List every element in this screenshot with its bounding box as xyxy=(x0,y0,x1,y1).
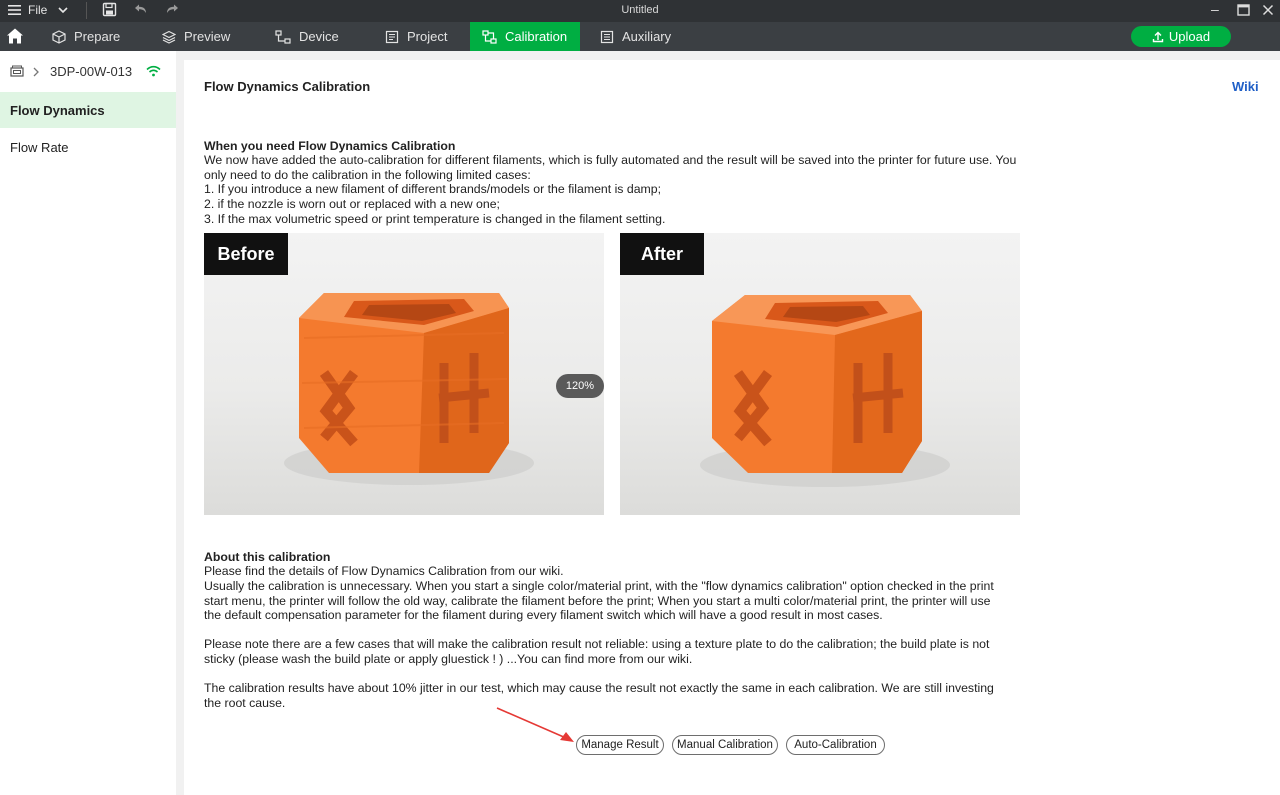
sidebar: 3DP-00W-013 Flow Dynamics Flow Rate xyxy=(0,51,176,795)
device-icon xyxy=(275,29,291,44)
upload-button[interactable]: Upload xyxy=(1131,26,1231,47)
minimize-icon[interactable]: – xyxy=(1211,1,1219,17)
jitter-paragraph: The calibration results have about 10% j… xyxy=(204,681,994,710)
tab-prepare[interactable]: Prepare xyxy=(40,22,132,51)
main-nav: Prepare Preview Device Project Calibrati… xyxy=(0,22,1280,51)
device-name: 3DP-00W-013 xyxy=(50,64,133,79)
tab-calibration[interactable]: Calibration xyxy=(470,22,580,51)
maximize-icon[interactable] xyxy=(1237,4,1250,16)
annotation-arrow-icon xyxy=(496,707,574,742)
close-icon[interactable] xyxy=(1262,4,1274,16)
about-heading: About this calibration xyxy=(204,549,331,564)
tab-auxiliary[interactable]: Auxiliary xyxy=(588,22,683,51)
sidebar-item-label: Flow Rate xyxy=(10,139,69,155)
zoom-badge: 120% xyxy=(556,374,604,398)
sidebar-item-flow-rate[interactable]: Flow Rate xyxy=(0,129,176,165)
device-selector[interactable]: 3DP-00W-013 xyxy=(10,64,132,79)
after-print-image xyxy=(700,295,950,487)
cube-icon xyxy=(52,29,66,44)
tab-project-label: Project xyxy=(407,29,448,44)
about-body: Please find the details of Flow Dynamics… xyxy=(204,564,564,579)
auxiliary-icon xyxy=(600,30,614,43)
page-title: Flow Dynamics Calibration xyxy=(204,79,371,94)
when-heading: When you need Flow Dynamics Calibration xyxy=(204,138,456,153)
upload-icon xyxy=(1152,31,1164,42)
window-title: Untitled xyxy=(621,4,659,16)
sidebar-item-label: Flow Dynamics xyxy=(10,102,105,118)
tab-preview-label: Preview xyxy=(184,29,231,44)
before-label: Before xyxy=(204,233,288,275)
tab-auxiliary-label: Auxiliary xyxy=(622,29,672,44)
layers-icon xyxy=(162,30,176,44)
after-photo: After xyxy=(620,233,1020,515)
sidebar-item-flow-dynamics[interactable]: Flow Dynamics xyxy=(0,92,176,128)
wifi-icon xyxy=(146,65,161,77)
wiki-link[interactable]: Wiki xyxy=(1232,79,1259,94)
chevron-right-icon xyxy=(33,67,39,76)
home-icon[interactable] xyxy=(6,27,24,45)
note-paragraph: Please note there are a few cases that w… xyxy=(204,637,990,666)
when-section: When you need Flow Dynamics Calibration … xyxy=(204,124,1024,241)
manage-result-button[interactable]: Manage Result xyxy=(576,735,664,755)
tab-project[interactable]: Project xyxy=(373,22,459,51)
upload-label: Upload xyxy=(1168,29,1211,44)
tab-device[interactable]: Device xyxy=(263,22,351,51)
main-panel: Flow Dynamics Calibration Wiki When you … xyxy=(184,60,1280,795)
tab-device-label: Device xyxy=(299,29,339,44)
manual-calibration-button[interactable]: Manual Calibration xyxy=(672,735,778,755)
title-bar: File Untitled – xyxy=(0,0,1280,22)
after-label: After xyxy=(620,233,704,275)
project-icon xyxy=(385,30,399,43)
calibration-icon xyxy=(482,29,497,44)
before-print-image xyxy=(284,293,534,485)
when-body: We now have added the auto-calibration f… xyxy=(204,153,1017,226)
auto-calibration-button[interactable]: Auto-Calibration xyxy=(786,735,885,755)
tab-prepare-label: Prepare xyxy=(74,29,121,44)
before-photo: Before xyxy=(204,233,604,515)
tab-calibration-label: Calibration xyxy=(505,29,568,44)
printer-icon xyxy=(10,65,24,77)
tab-preview[interactable]: Preview xyxy=(150,22,242,51)
usually-paragraph: Usually the calibration is unnecessary. … xyxy=(204,579,994,623)
